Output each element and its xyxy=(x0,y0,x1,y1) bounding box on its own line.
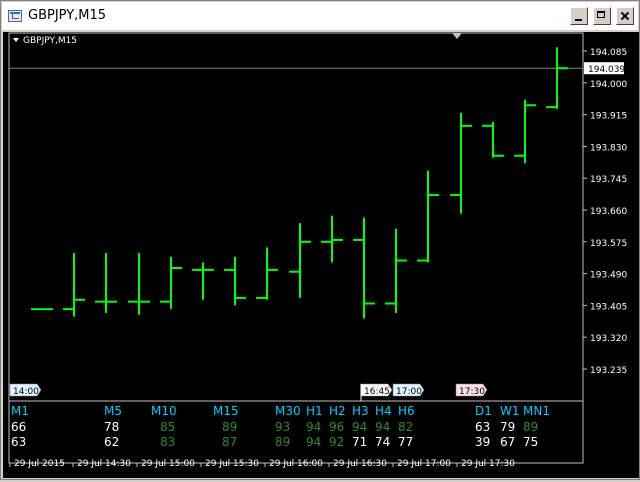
timeframe-header: H6 xyxy=(398,404,415,418)
timeframe-value: 79 xyxy=(500,420,516,434)
chart-window: GBPJPY,M15 194.085 194.000 193.915 193.830 1… xyxy=(0,0,640,480)
timeframe-value: 89 xyxy=(222,420,238,434)
timeframe-value: 87 xyxy=(222,435,238,449)
timeframe-header: D1 xyxy=(475,404,492,418)
timeframe-value: 39 xyxy=(475,435,491,449)
timeframe-value: 82 xyxy=(398,420,414,434)
timeframe-value: 92 xyxy=(329,435,345,449)
title-bar[interactable]: GBPJPY,M15 xyxy=(2,2,638,30)
timeframe-header: W1 xyxy=(500,404,520,418)
timeframe-value: 78 xyxy=(104,420,120,434)
minimize-button[interactable] xyxy=(570,7,588,25)
timeframe-header: H1 xyxy=(306,404,323,418)
timeframe-value: 93 xyxy=(275,420,291,434)
timeframe-header: M10 xyxy=(151,404,177,418)
chart-window-icon xyxy=(8,10,22,22)
timeframe-header: H2 xyxy=(329,404,346,418)
timeframe-value: 75 xyxy=(523,435,539,449)
timeframe-value: 94 xyxy=(306,420,322,434)
timeframe-header: H4 xyxy=(375,404,392,418)
timeframe-value: 94 xyxy=(306,435,322,449)
timeframe-value: 89 xyxy=(275,435,291,449)
timeframe-value: 96 xyxy=(329,420,345,434)
timeframe-value: 77 xyxy=(398,435,414,449)
timeframe-header: H3 xyxy=(352,404,369,418)
timeframe-value: 94 xyxy=(352,420,368,434)
close-button[interactable] xyxy=(616,7,634,25)
timeframe-value: 74 xyxy=(375,435,391,449)
timeframe-value: 63 xyxy=(475,420,491,434)
timeframe-value: 83 xyxy=(160,435,176,449)
timeframe-value: 67 xyxy=(500,435,516,449)
timeframe-header: M15 xyxy=(213,404,239,418)
maximize-button[interactable] xyxy=(593,7,611,25)
timeframe-value: 62 xyxy=(104,435,120,449)
timeframe-value: 71 xyxy=(352,435,368,449)
timeframe-header: M5 xyxy=(104,404,122,418)
timeframe-value: 63 xyxy=(11,435,27,449)
timeframe-header: MN1 xyxy=(523,404,550,418)
timeframe-value: 94 xyxy=(375,420,391,434)
timeframe-value: 66 xyxy=(11,420,27,434)
timeframe-header: M1 xyxy=(11,404,29,418)
window-title: GBPJPY,M15 xyxy=(28,8,107,23)
chart-area[interactable]: 194.085 194.000 193.915 193.830 193.745 193.6… xyxy=(3,32,639,478)
timeframe-header: M30 xyxy=(275,404,301,418)
timeframe-value: 85 xyxy=(160,420,176,434)
timeframe-value: 89 xyxy=(523,420,539,434)
indicator-panel: M1 66 63 M5 78 62 M10 85 83 M15 89 87 M30 93 89 H1 94 94 H… xyxy=(3,32,639,478)
